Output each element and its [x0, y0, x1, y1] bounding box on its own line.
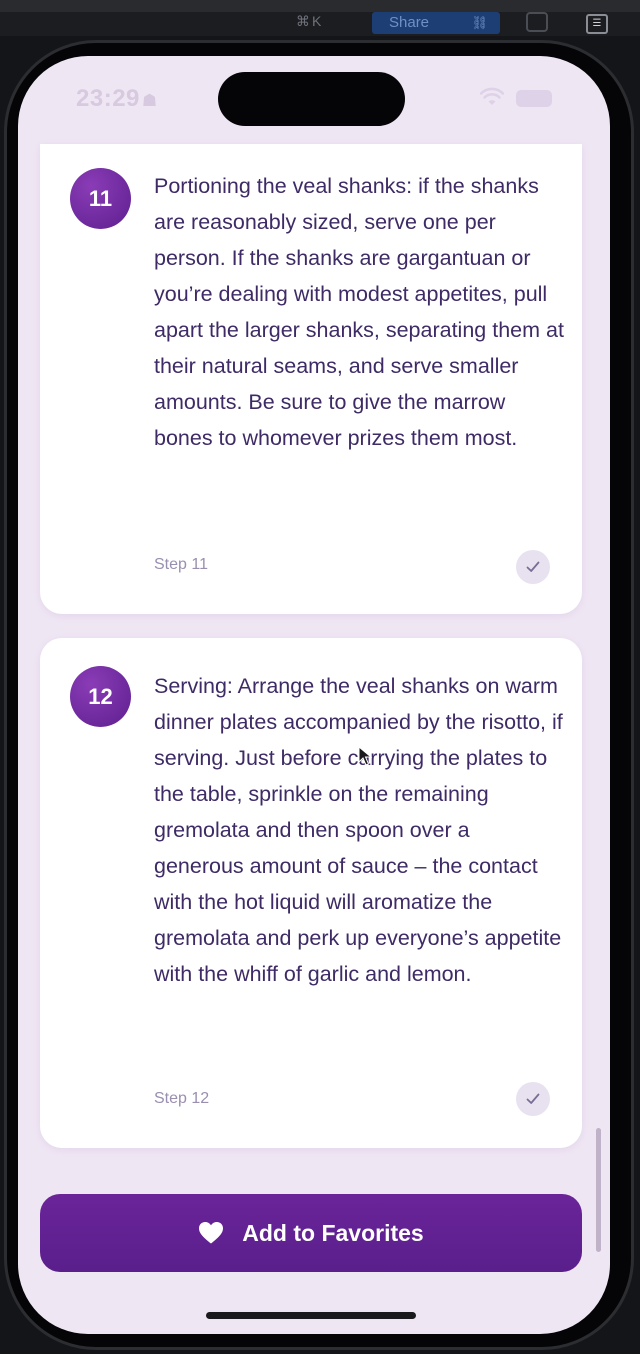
add-to-favorites-label: Add to Favorites	[242, 1219, 424, 1246]
step-text: Serving: Arrange the veal shanks on warm…	[154, 674, 563, 986]
step-complete-toggle[interactable]	[516, 1082, 550, 1116]
host-window-icon[interactable]	[526, 12, 548, 32]
checkmark-icon	[526, 561, 540, 572]
step-card: 11 Portioning the veal shanks: if the sh…	[40, 144, 582, 614]
sleep-icon: ☗	[141, 91, 158, 110]
step-number-badge: 11	[70, 168, 131, 229]
heart-icon	[199, 1222, 224, 1244]
step-number-badge: 12	[70, 666, 131, 727]
step-complete-toggle[interactable]	[516, 550, 550, 584]
step-label: Step 12	[154, 1090, 210, 1107]
scroll-indicator[interactable]	[596, 1128, 601, 1252]
host-shortcut-hint: ⌘K	[296, 13, 324, 29]
step-text: Portioning the veal shanks: if the shank…	[154, 174, 564, 450]
host-share-label: Share	[389, 14, 430, 31]
phone-screen: 23:29 ☗ 11 Portioning the veal shanks: if…	[18, 56, 610, 1334]
home-indicator[interactable]	[206, 1312, 416, 1319]
list-icon[interactable]: ☰	[586, 14, 608, 34]
battery-icon	[516, 90, 552, 107]
step-card: 12 Serving: Arrange the veal shanks on w…	[40, 638, 582, 1148]
step-label: Step 11	[154, 556, 208, 573]
host-window-bar	[0, 0, 640, 12]
dynamic-island	[218, 72, 405, 126]
link-icon: ⛓	[471, 15, 488, 30]
checkmark-icon	[526, 1093, 540, 1104]
status-time-text: 23:29	[76, 85, 140, 112]
mouse-cursor-icon	[358, 746, 372, 766]
status-time: 23:29 ☗	[76, 85, 158, 113]
add-to-favorites-button[interactable]: Add to Favorites	[40, 1194, 582, 1272]
wifi-icon	[480, 87, 504, 105]
host-share-button[interactable]: Share ⛓	[372, 12, 500, 34]
